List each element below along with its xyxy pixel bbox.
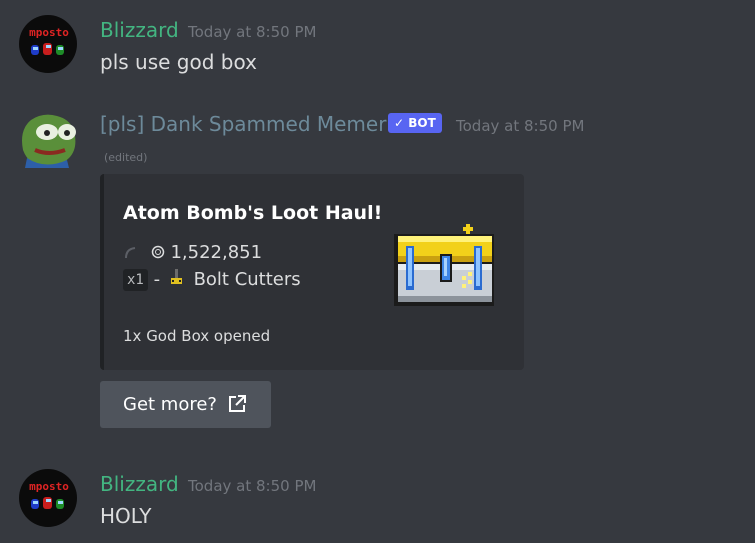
username[interactable]: Blizzard [100,472,179,496]
edited-label: (edited) [104,151,148,164]
get-more-button[interactable]: Get more? [100,381,271,428]
loot-embed: Atom Bomb's Loot Haul! 1,522,851 x1 - Bo… [100,174,524,370]
crewmates-icon [31,497,64,509]
item-quantity: x1 [123,269,148,291]
item-line: x1 - Bolt Cutters [123,268,301,291]
user-avatar[interactable]: mposto [19,15,77,73]
coin-line: 1,522,851 [123,242,262,263]
bot-avatar[interactable] [17,110,76,168]
coin-icon [151,245,164,259]
item-separator: - [153,269,161,290]
bolt-cutters-icon [170,269,182,284]
loading-arc-icon [125,247,136,259]
bot-tag-label: BOT [408,116,436,130]
check-icon: ✓ [394,116,405,130]
timestamp: Today at 8:50 PM [188,477,317,495]
username[interactable]: Blizzard [100,18,179,42]
timestamp: Today at 8:50 PM [188,23,317,41]
timestamp: Today at 8:50 PM [456,117,585,135]
chest-icon [394,224,494,306]
bot-username[interactable]: [pls] Dank Spammed Memer [100,112,386,136]
pepe-icon [22,114,76,168]
crewmates-icon [31,43,64,55]
embed-title: Atom Bomb's Loot Haul! [123,202,383,224]
message-text: HOLY [100,504,152,528]
get-more-label: Get more? [123,394,217,415]
user-avatar[interactable]: mposto [19,469,77,527]
coin-amount: 1,522,851 [170,242,263,263]
external-link-icon [229,395,246,412]
bot-tag: ✓ BOT [388,113,442,133]
embed-footer: 1x God Box opened [123,327,271,345]
item-name: Bolt Cutters [193,269,301,290]
message-text: pls use god box [100,50,257,74]
